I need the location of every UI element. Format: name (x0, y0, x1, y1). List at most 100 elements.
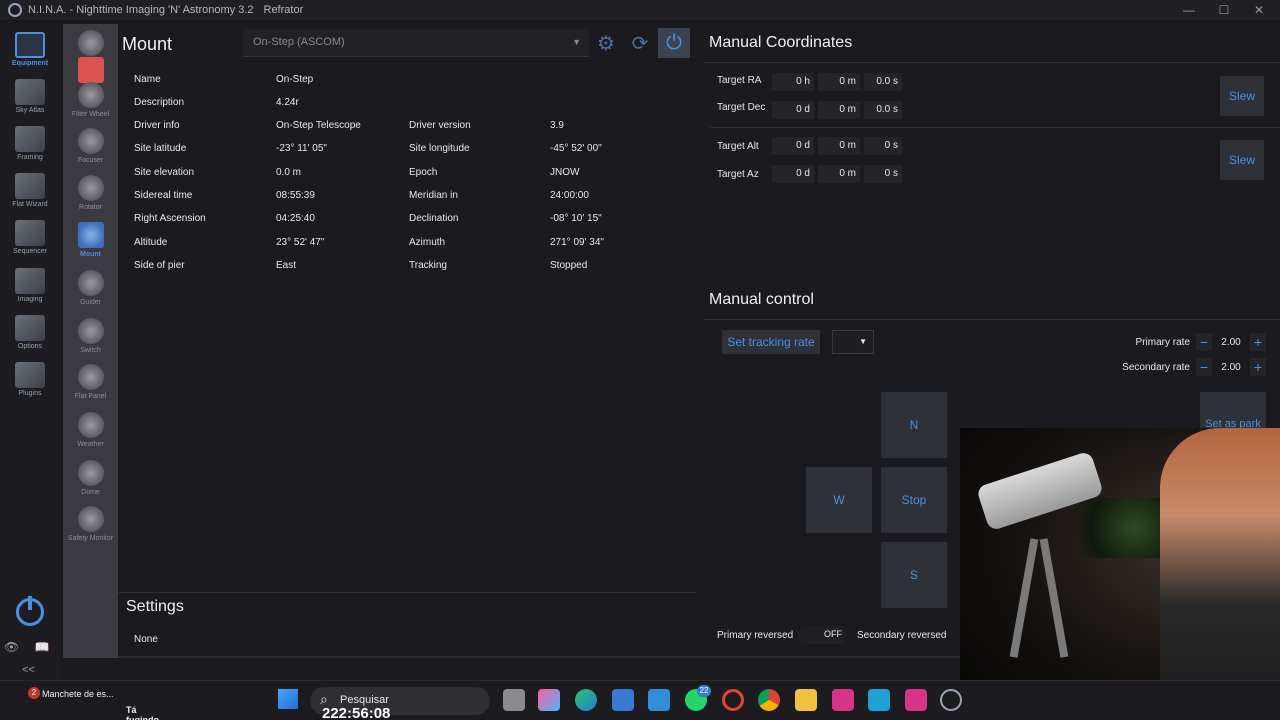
app-icon[interactable] (832, 689, 854, 711)
mount-header: Mount On-Step (ASCOM) ▼ ⚙ ⟳ ⏻ (118, 28, 696, 60)
nina-taskbar-icon[interactable] (940, 689, 962, 711)
plus-icon[interactable]: + (1250, 333, 1266, 351)
primary-rate-label: Primary rate (1135, 337, 1190, 348)
nav-flat-wizard[interactable]: Flat Wizard (0, 173, 60, 219)
nav-imaging[interactable]: Imaging (0, 268, 60, 314)
chrome-icon[interactable] (758, 689, 780, 711)
subnav-safety-monitor[interactable]: Safety Monitor (63, 506, 118, 552)
stop-button[interactable]: Stop (881, 467, 947, 533)
subnav-weather[interactable]: Weather (63, 412, 118, 458)
nav-framing[interactable]: Framing (0, 126, 60, 172)
target-dec-minutes[interactable]: 0 m (818, 101, 860, 119)
info-value: On-Step (276, 74, 314, 85)
subnav-label: Safety Monitor (67, 535, 114, 542)
notification-count: 2 (28, 687, 40, 699)
slew-north-button[interactable]: N (881, 392, 947, 458)
subnav-filter-wheel-item[interactable]: Filter Wheel (63, 82, 118, 128)
gear-settings-icon[interactable]: ⚙ (590, 28, 622, 58)
set-tracking-rate-button[interactable]: Set tracking rate (722, 330, 820, 354)
equipment-subnav: Filter Wheel Focuser Rotator Mount Guide… (63, 24, 118, 658)
mount-title: Mount (122, 33, 173, 54)
subnav-label: Filter Wheel (71, 111, 110, 118)
slew-altaz-button[interactable]: Slew (1220, 140, 1264, 180)
subnav-flat-panel[interactable]: Flat Panel (63, 364, 118, 410)
info-key: Sidereal time (134, 190, 193, 201)
primary-rate-value[interactable]: 2.00 (1212, 337, 1250, 348)
target-alt-label: Target Alt (717, 141, 759, 152)
nav-equipment[interactable]: Equipment (0, 32, 60, 78)
notification-line: Manchete de es... (42, 689, 114, 699)
target-dec-seconds[interactable]: 0.0 s (864, 101, 902, 119)
primary-reversed-toggle[interactable]: OFF (798, 626, 846, 644)
target-az-degrees[interactable]: 0 d (772, 165, 814, 183)
edge-icon[interactable] (575, 689, 597, 711)
streamer-image (1160, 428, 1280, 720)
target-alt-minutes[interactable]: 0 m (818, 137, 860, 155)
target-ra-minutes[interactable]: 0 m (818, 73, 860, 91)
minus-icon[interactable]: − (1196, 358, 1212, 376)
plus-icon[interactable]: + (1250, 358, 1266, 376)
subnav-mount[interactable]: Mount (63, 222, 118, 268)
copilot-icon[interactable] (538, 689, 560, 711)
minimize-button[interactable]: — (1172, 0, 1206, 20)
secondary-rate-value[interactable]: 2.00 (1212, 362, 1250, 373)
app-icon[interactable] (648, 689, 670, 711)
target-dec-degrees[interactable]: 0 d (772, 101, 814, 119)
nav-plugins[interactable]: Plugins (0, 362, 60, 408)
nav-sky-atlas[interactable]: Sky Atlas (0, 79, 60, 125)
subnav-label: Dome (81, 489, 100, 496)
subnav-rotator[interactable]: Rotator (63, 175, 118, 221)
target-alt-degrees[interactable]: 0 d (772, 137, 814, 155)
chevron-down-icon: ▼ (859, 337, 867, 346)
refresh-icon[interactable]: ⟳ (624, 28, 656, 58)
slew-south-button[interactable]: S (881, 542, 947, 608)
target-alt-seconds[interactable]: 0 s (864, 137, 902, 155)
manual-coordinates-title: Manual Coordinates (709, 34, 853, 51)
nav-sequencer[interactable]: Sequencer (0, 220, 60, 266)
set-as-park-button[interactable]: Set as park (1200, 392, 1266, 432)
target-ra-hours[interactable]: 0 h (772, 73, 814, 91)
info-key: Epoch (409, 167, 438, 178)
notification-widget[interactable]: 2 Manchete de es... Tá fugindo..... (6, 687, 172, 720)
subnav-switch[interactable]: Switch (63, 318, 118, 364)
connect-power-button[interactable]: ⏻ (658, 28, 690, 58)
target-az-seconds[interactable]: 0 s (864, 165, 902, 183)
mount-device-select[interactable]: On-Step (ASCOM) ▼ (243, 29, 589, 57)
app-icon[interactable] (868, 689, 890, 711)
subnav-focuser[interactable]: Focuser (63, 128, 118, 174)
folder-icon[interactable] (795, 689, 817, 711)
file-explorer-icon[interactable] (503, 689, 525, 711)
info-row: Site latitude -23° 11' 05" Site longitud… (134, 143, 694, 159)
notification-line: Tá fugindo..... (126, 705, 172, 720)
settings-title: Settings (126, 598, 184, 615)
slew-radec-button[interactable]: Slew (1220, 76, 1264, 116)
info-key: Driver version (409, 120, 471, 131)
info-key: Side of pier (134, 260, 185, 271)
close-button[interactable]: ✕ (1242, 0, 1276, 20)
opera-icon[interactable] (722, 689, 744, 711)
flat-wizard-icon (15, 173, 45, 199)
divider (704, 319, 1280, 320)
info-key: Meridian in (409, 190, 458, 201)
subnav-guider[interactable]: Guider (63, 270, 118, 316)
subnav-dome[interactable]: Dome (63, 460, 118, 506)
cloud-icon (77, 412, 104, 438)
slew-west-button[interactable]: W (806, 467, 872, 533)
info-value: 4.24r (276, 97, 299, 108)
nav-options[interactable]: Options (0, 315, 60, 361)
camera-icon (77, 30, 104, 56)
maximize-button[interactable]: ☐ (1207, 0, 1241, 20)
tripod-leg (1009, 538, 1039, 658)
tracking-rate-select[interactable]: ▼ (832, 330, 874, 354)
webcam-overlay (960, 428, 1280, 720)
info-row: Description 4.24r (134, 97, 694, 113)
minus-icon[interactable]: − (1196, 333, 1212, 351)
app-icon[interactable] (905, 689, 927, 711)
target-ra-seconds[interactable]: 0.0 s (864, 73, 902, 91)
store-icon[interactable] (612, 689, 634, 711)
info-key: Description (134, 97, 185, 108)
target-az-minutes[interactable]: 0 m (818, 165, 860, 183)
windows-start-icon[interactable] (278, 689, 298, 709)
disconnect-all-power-icon[interactable] (16, 596, 44, 626)
collapse-nav-button[interactable]: << (22, 664, 35, 676)
